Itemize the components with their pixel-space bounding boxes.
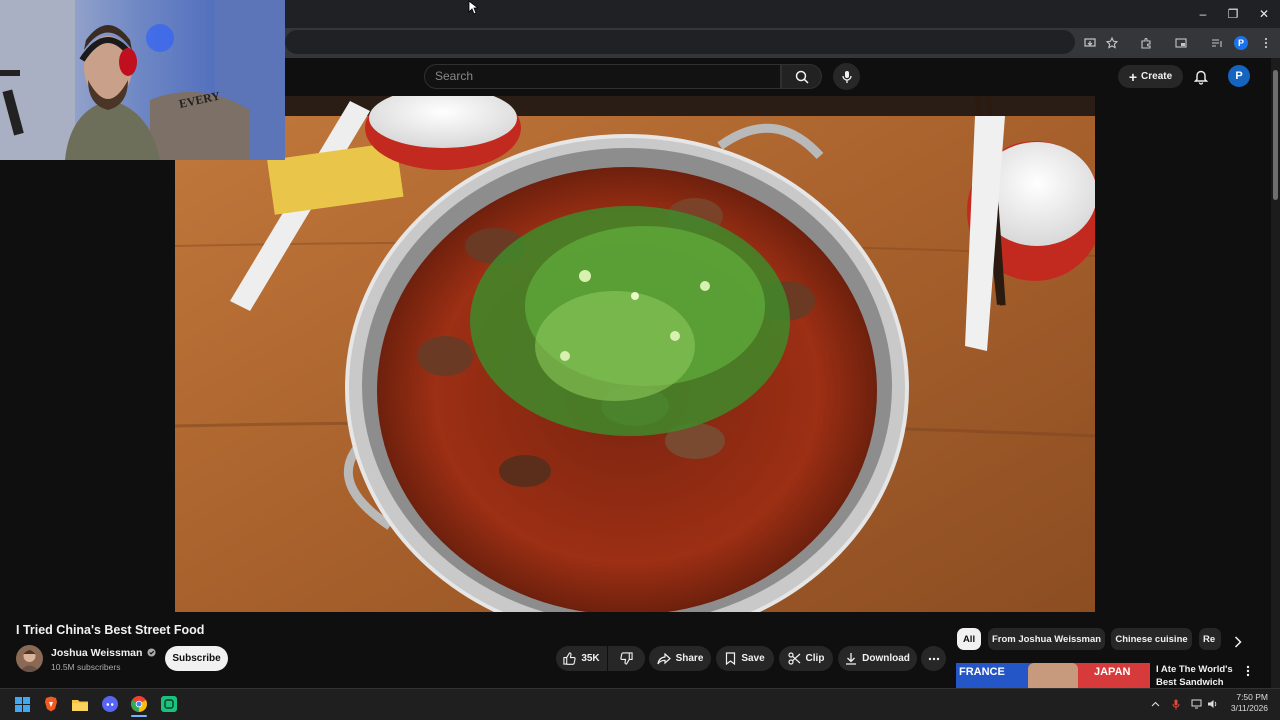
search-button[interactable]	[781, 64, 822, 89]
close-window-button[interactable]: ✕	[1249, 4, 1279, 24]
chip-chinese-cuisine[interactable]: Chinese cuisine	[1111, 628, 1192, 650]
chatgpt-app-icon[interactable]	[159, 694, 179, 714]
create-label: Create	[1141, 71, 1173, 82]
share-arrow-icon	[656, 652, 671, 664]
browser-profile-icon[interactable]: P	[1231, 33, 1251, 53]
browser-profile-initial: P	[1234, 36, 1248, 50]
save-button[interactable]: Save	[716, 646, 774, 671]
taskbar-clock[interactable]: 7:50 PM 3/11/2026	[1224, 692, 1268, 714]
like-count: 35K	[581, 653, 600, 664]
mouse-cursor-icon	[468, 0, 478, 15]
windows-start-icon[interactable]	[12, 694, 32, 714]
video-frame-food	[175, 96, 1095, 612]
subscriber-count: 10.5M subscribers	[51, 662, 121, 672]
media-controls-icon[interactable]	[1207, 33, 1227, 53]
webcam-overlay: EVERY	[0, 0, 285, 160]
recommendation-thumbnail[interactable]: FRANCE JAPAN	[956, 663, 1150, 688]
more-horizontal-icon	[928, 657, 939, 660]
address-bar[interactable]	[285, 30, 1075, 54]
browser-menu-icon[interactable]	[1256, 33, 1276, 53]
dislike-button[interactable]	[608, 646, 645, 671]
chips-next-button[interactable]	[1228, 632, 1248, 652]
clock-time: 7:50 PM	[1236, 692, 1268, 702]
install-app-icon[interactable]	[1080, 33, 1100, 53]
chrome-icon[interactable]	[129, 694, 149, 714]
bookmark-icon	[726, 652, 736, 665]
windows-taskbar	[0, 688, 1280, 720]
voice-search-button[interactable]	[833, 63, 860, 90]
bell-icon	[1194, 70, 1208, 85]
subscribe-button[interactable]: Subscribe	[165, 646, 228, 671]
chrome-active-indicator	[131, 715, 147, 717]
tray-network-icon[interactable]	[1191, 698, 1203, 710]
channel-name[interactable]: Joshua Weissman	[51, 647, 156, 659]
clip-button[interactable]: Clip	[779, 646, 833, 671]
video-player[interactable]	[175, 96, 1095, 612]
clip-label: Clip	[805, 653, 825, 664]
recommendation-menu-button[interactable]	[1240, 663, 1256, 679]
brave-browser-icon[interactable]	[41, 694, 61, 714]
thumbnail-text-japan: JAPAN	[1094, 666, 1131, 678]
streamer-webcam-image: EVERY	[0, 0, 285, 160]
tray-volume-icon[interactable]	[1207, 698, 1219, 710]
video-title: I Tried China's Best Street Food	[16, 623, 205, 637]
file-explorer-icon[interactable]	[70, 694, 90, 714]
scrollbar-thumb[interactable]	[1273, 70, 1278, 200]
verified-check-icon	[147, 648, 156, 657]
chevron-right-icon	[1234, 636, 1242, 648]
bookmark-star-icon[interactable]	[1102, 33, 1122, 53]
notifications-button[interactable]	[1190, 66, 1212, 88]
discord-icon[interactable]	[100, 694, 120, 714]
tray-microphone-icon[interactable]	[1170, 698, 1182, 710]
like-button[interactable]: 35K	[556, 646, 607, 671]
search-icon	[795, 70, 809, 84]
chip-all[interactable]: All	[957, 628, 981, 650]
more-actions-button[interactable]	[921, 646, 946, 671]
thumbs-up-icon	[563, 652, 576, 665]
tray-chevron-up-icon[interactable]	[1149, 698, 1161, 710]
microphone-icon	[841, 70, 852, 83]
scissors-icon	[787, 652, 800, 665]
create-button[interactable]: + Create	[1118, 65, 1183, 88]
chip-truncated[interactable]: Re	[1199, 628, 1221, 650]
extensions-icon[interactable]	[1136, 33, 1156, 53]
thumbnail-text-france: FRANCE	[959, 666, 1005, 678]
share-label: Share	[675, 653, 704, 664]
account-avatar[interactable]: P	[1228, 65, 1250, 87]
search-input[interactable]: Search	[424, 64, 781, 89]
recommendation-title[interactable]: I Ate The World's Best Sandwich	[1156, 663, 1246, 689]
clock-date: 3/11/2026	[1230, 703, 1268, 713]
download-button[interactable]: Download	[838, 646, 917, 671]
thumbs-down-icon	[620, 652, 633, 665]
download-label: Download	[862, 653, 910, 664]
minimize-button[interactable]: –	[1188, 4, 1218, 24]
download-icon	[846, 653, 857, 665]
chip-from-channel[interactable]: From Joshua Weissman	[988, 628, 1105, 650]
restore-button[interactable]: ❐	[1218, 4, 1248, 24]
plus-icon: +	[1128, 68, 1138, 85]
more-vertical-icon	[1246, 665, 1250, 677]
cast-icon[interactable]	[1171, 33, 1191, 53]
save-label: Save	[741, 653, 765, 664]
channel-avatar[interactable]	[16, 645, 43, 672]
share-button[interactable]: Share	[649, 646, 711, 671]
